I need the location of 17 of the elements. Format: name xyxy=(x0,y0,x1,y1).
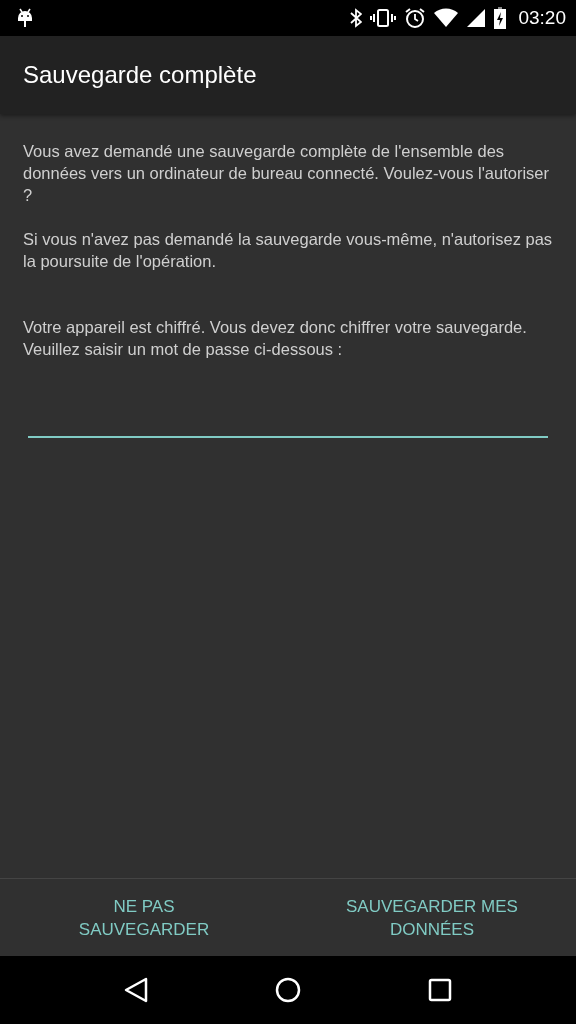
battery-charging-icon xyxy=(494,7,507,29)
home-icon[interactable] xyxy=(275,977,301,1003)
bluetooth-icon xyxy=(350,8,363,28)
android-icon xyxy=(16,7,34,29)
dialog-title: Sauvegarde complète xyxy=(23,61,257,89)
message-text: Si vous n'avez pas demandé la sauvegarde vous-même, n'autorisez pas la poursuite de l'opération. xyxy=(23,229,553,272)
wifi-icon xyxy=(434,8,459,28)
clock-time: 03:20 xyxy=(518,7,566,29)
alarm-icon xyxy=(404,7,427,29)
message-text: Vous avez demandé une sauvegarde complète de l'ensemble des données vers un ordinateur de bureau connecté. Voulez-vous l'autoriser ? xyxy=(23,141,550,206)
vibrate-icon xyxy=(370,8,397,28)
dialog-button[interactable]: SAUVEGARDER MES DONNÉES xyxy=(327,890,537,945)
dialog-button[interactable]: NE PAS SAUVEGARDER xyxy=(39,890,249,945)
recent-apps-icon[interactable] xyxy=(428,978,453,1002)
back-icon[interactable] xyxy=(123,977,148,1003)
signal-icon xyxy=(466,8,487,28)
message-text: Votre appareil est chiffré. Vous devez donc chiffrer votre sauvegarde. Veuillez saisir un mot de passe ci-dessous : xyxy=(23,317,528,360)
